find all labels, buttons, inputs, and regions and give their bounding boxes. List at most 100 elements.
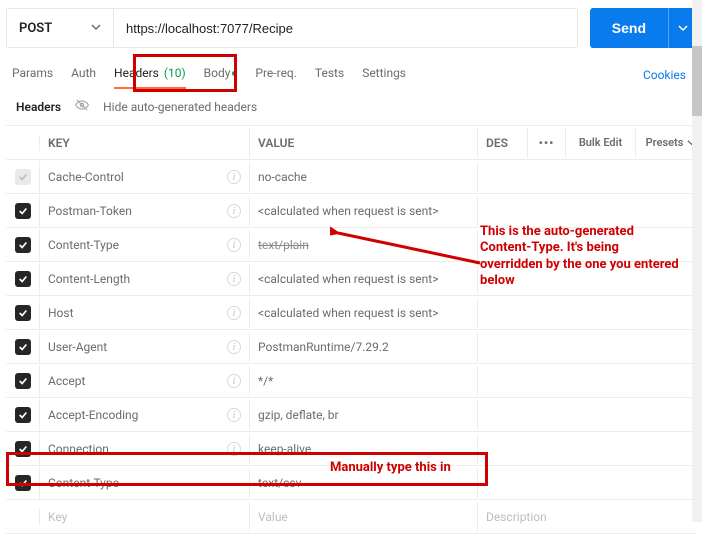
info-icon[interactable]: i [227, 340, 241, 354]
header-desc-cell[interactable] [478, 373, 702, 389]
header-value-cell[interactable]: <calculated when request is sent> [250, 196, 478, 226]
info-icon[interactable]: i [227, 408, 241, 422]
header-value-text: <calculated when request is sent> [258, 272, 438, 286]
request-tabs: Params Auth Headers (10) Body Pre-req. T… [6, 58, 696, 88]
row-checkbox[interactable] [15, 339, 31, 355]
header-key-cell[interactable]: User-Agent i [40, 332, 250, 362]
header-key-text: Content-Type [48, 238, 119, 252]
header-value-cell[interactable]: PostmanRuntime/7.29.2 [250, 332, 478, 362]
info-icon[interactable]: i [227, 306, 241, 320]
header-value-text: gzip, deflate, br [258, 408, 339, 422]
header-desc-cell[interactable] [478, 339, 702, 355]
http-method-label: POST [19, 21, 52, 36]
info-icon[interactable]: i [227, 272, 241, 286]
tab-prereq[interactable]: Pre-req. [255, 62, 297, 88]
row-checkbox[interactable] [15, 475, 31, 491]
hide-autogen-toggle[interactable]: Hide auto-generated headers [103, 100, 257, 114]
info-icon[interactable]: i [227, 374, 241, 388]
row-checkbox[interactable] [15, 441, 31, 457]
chevron-down-icon [91, 21, 101, 36]
row-checkbox[interactable] [15, 373, 31, 389]
table-row: Cache-Control i no-cache [6, 160, 696, 194]
scrollbar-thumb[interactable] [692, 46, 702, 116]
header-desc-cell[interactable] [478, 305, 702, 321]
header-key-cell[interactable]: Accept i [40, 366, 250, 396]
tab-body[interactable]: Body [204, 62, 238, 88]
request-url-input[interactable] [114, 8, 578, 48]
header-desc-cell[interactable] [478, 203, 702, 219]
presets-label: Presets [646, 136, 684, 149]
http-method-select[interactable]: POST [6, 8, 114, 48]
header-value-cell[interactable]: keep-alive [250, 434, 478, 464]
header-value-text: <calculated when request is sent> [258, 306, 438, 320]
header-value-cell[interactable]: */* [250, 366, 478, 396]
header-desc-cell[interactable] [478, 169, 702, 185]
header-key-cell[interactable]: Content-Length i [40, 264, 250, 294]
col-value: VALUE [250, 128, 478, 158]
col-desc: DES [478, 128, 528, 158]
new-header-row[interactable]: Key Value Description [6, 500, 696, 534]
header-key-text: User-Agent [48, 340, 107, 354]
header-value-cell[interactable]: no-cache [250, 162, 478, 192]
table-row: Accept i */* [6, 364, 696, 398]
row-checkbox[interactable] [15, 271, 31, 287]
info-icon[interactable]: i [227, 204, 241, 218]
header-value-cell[interactable]: text/plain [250, 230, 478, 260]
header-key-text: Connection [48, 442, 109, 456]
annotation-text-manual: Manually type this in [330, 460, 451, 476]
tab-params[interactable]: Params [12, 62, 53, 88]
info-icon[interactable]: i [227, 170, 241, 184]
header-desc-cell[interactable] [478, 407, 702, 423]
info-icon[interactable]: i [227, 238, 241, 252]
header-value-text: */* [258, 374, 273, 388]
header-key-cell[interactable]: Content-Type i [40, 230, 250, 260]
header-desc-cell[interactable] [478, 475, 702, 491]
tab-settings[interactable]: Settings [362, 62, 406, 88]
new-value-input[interactable]: Value [250, 502, 478, 532]
tab-headers[interactable]: Headers (10) [114, 62, 186, 88]
row-checkbox[interactable] [15, 407, 31, 423]
header-key-text: Accept [48, 374, 85, 388]
header-key-text: Accept-Encoding [48, 408, 138, 422]
header-key-cell[interactable]: Postman-Tokeni [40, 196, 250, 226]
info-icon[interactable]: i [227, 442, 241, 456]
header-key-cell[interactable]: Content-Type [40, 468, 250, 498]
row-checkbox[interactable] [15, 305, 31, 321]
tab-headers-label: Headers [114, 66, 159, 80]
more-options-button[interactable]: ••• [528, 128, 566, 158]
header-key-cell[interactable]: Accept-Encoding i [40, 400, 250, 430]
table-row: Accept-Encoding i gzip, deflate, br [6, 398, 696, 432]
tab-tests[interactable]: Tests [315, 62, 344, 88]
headers-section-title: Headers [16, 100, 61, 114]
header-value-text: keep-alive [258, 442, 311, 456]
header-value-cell[interactable]: <calculated when request is sent> [250, 264, 478, 294]
header-value-text: PostmanRuntime/7.29.2 [258, 340, 389, 354]
header-value-text: text/csv [258, 476, 301, 490]
dot-indicator-icon [232, 71, 237, 76]
header-key-cell[interactable]: Hosti [40, 298, 250, 328]
header-key-cell[interactable]: Connection i [40, 434, 250, 464]
bulk-edit-button[interactable]: Bulk Edit [566, 128, 636, 157]
row-checkbox[interactable] [15, 203, 31, 219]
tab-auth[interactable]: Auth [71, 62, 96, 88]
table-row: Hosti <calculated when request is sent> [6, 296, 696, 330]
header-key-text: Content-Length [48, 272, 130, 286]
header-desc-cell[interactable] [478, 441, 702, 457]
row-checkbox[interactable] [15, 237, 31, 253]
header-value-text: <calculated when request is sent> [258, 204, 438, 218]
header-key-text: Cache-Control [48, 170, 124, 184]
col-key: KEY [40, 128, 250, 158]
header-value-cell[interactable]: gzip, deflate, br [250, 400, 478, 430]
cookies-link[interactable]: Cookies [643, 68, 690, 82]
tab-body-label: Body [204, 66, 231, 80]
header-value-cell[interactable]: <calculated when request is sent> [250, 298, 478, 328]
header-key-cell[interactable]: Cache-Control i [40, 162, 250, 192]
header-key-text: Content-Type [48, 476, 119, 490]
header-value-text: text/plain [258, 238, 309, 252]
send-button[interactable]: Send [590, 8, 668, 48]
table-row: User-Agent i PostmanRuntime/7.29.2 [6, 330, 696, 364]
annotation-text-override: This is the auto-generated Content-Type.… [480, 224, 680, 289]
new-desc-input[interactable]: Description [478, 502, 702, 532]
row-checkbox[interactable] [15, 169, 31, 185]
new-key-input[interactable]: Key [40, 502, 250, 532]
